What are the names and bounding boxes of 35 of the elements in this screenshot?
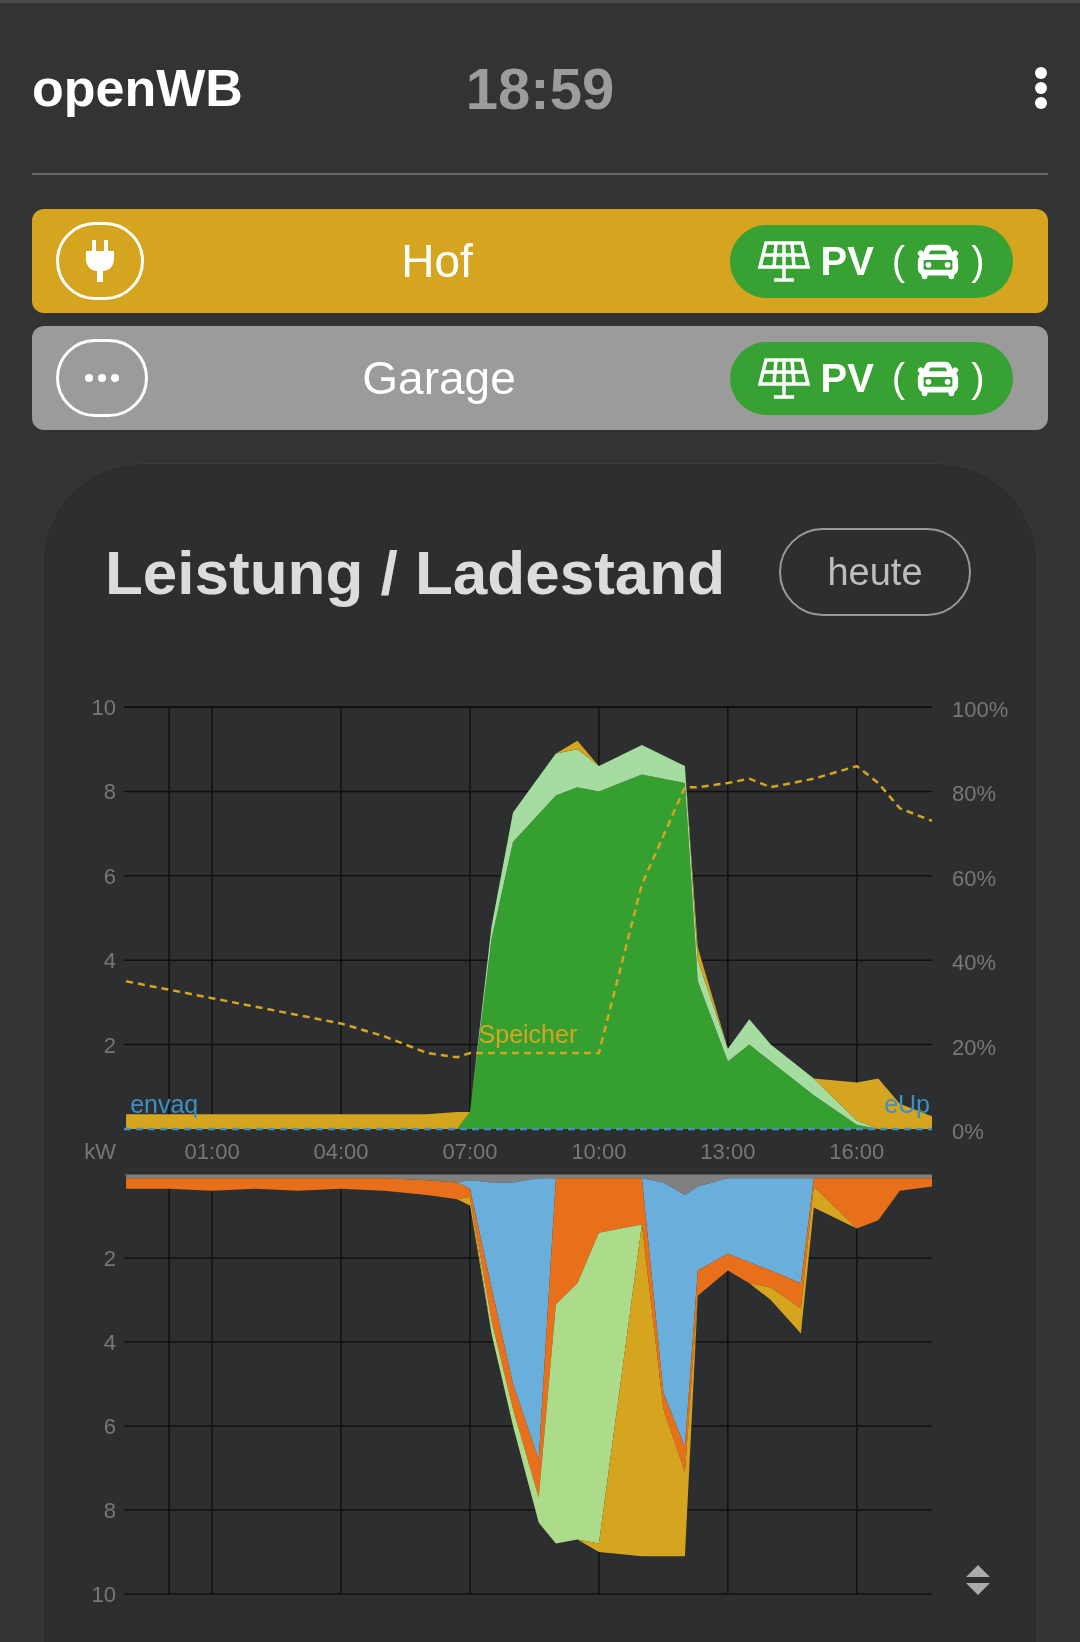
- axis-unit-label: kW: [84, 1139, 116, 1164]
- axis-tick-label: 8: [103, 1498, 116, 1523]
- axis-tick-label: 10: [91, 1582, 116, 1607]
- axis-tick-label: 100%: [952, 697, 1009, 722]
- chargepoint-name: Garage: [361, 351, 517, 405]
- axis-tick-label: 8: [103, 779, 116, 805]
- chargepoint-bar[interactable]: Garage PV ( ): [32, 326, 1048, 430]
- chargepoint-name: Hof: [400, 234, 474, 288]
- axis-tick-label: 2: [103, 1032, 116, 1058]
- app-title: openWB: [32, 58, 243, 118]
- card-title: Leistung / Ladestand: [105, 536, 726, 608]
- series-label: envaq: [130, 1090, 199, 1118]
- charge-mode-button[interactable]: PV ( ): [730, 224, 1013, 298]
- date-range-button[interactable]: heute: [779, 528, 971, 616]
- axis-tick-label: 4: [103, 948, 116, 974]
- axis-tick-label: 04:00: [313, 1139, 369, 1164]
- axis-tick-label: 40%: [952, 950, 997, 976]
- axis-tick-label: 20%: [952, 1034, 997, 1060]
- axis-tick-label: 2: [103, 1246, 116, 1271]
- axis-tick-label: 01:00: [184, 1139, 240, 1164]
- axis-tick-label: 60%: [952, 865, 997, 891]
- axis-tick-label: 16:00: [829, 1139, 885, 1164]
- axis-tick-label: 13:00: [700, 1139, 756, 1164]
- axis-tick-label: 0%: [952, 1119, 984, 1144]
- axis-tick-label: 6: [103, 863, 116, 889]
- axis-tick-label: 10:00: [571, 1139, 627, 1164]
- clock-time: 18:59: [465, 54, 615, 122]
- series-label: Speicher: [478, 1020, 578, 1049]
- axis-tick-label: 07:00: [442, 1139, 498, 1164]
- axis-tick-label: 80%: [952, 781, 997, 807]
- chargepoint-bar[interactable]: Hof PV ( ): [32, 209, 1048, 313]
- axis-tick-label: 4: [103, 1330, 116, 1355]
- axis-tick-label: 6: [103, 1414, 116, 1439]
- charge-mode-button[interactable]: PV ( ): [730, 341, 1013, 415]
- axis-tick-label: 10: [91, 695, 116, 720]
